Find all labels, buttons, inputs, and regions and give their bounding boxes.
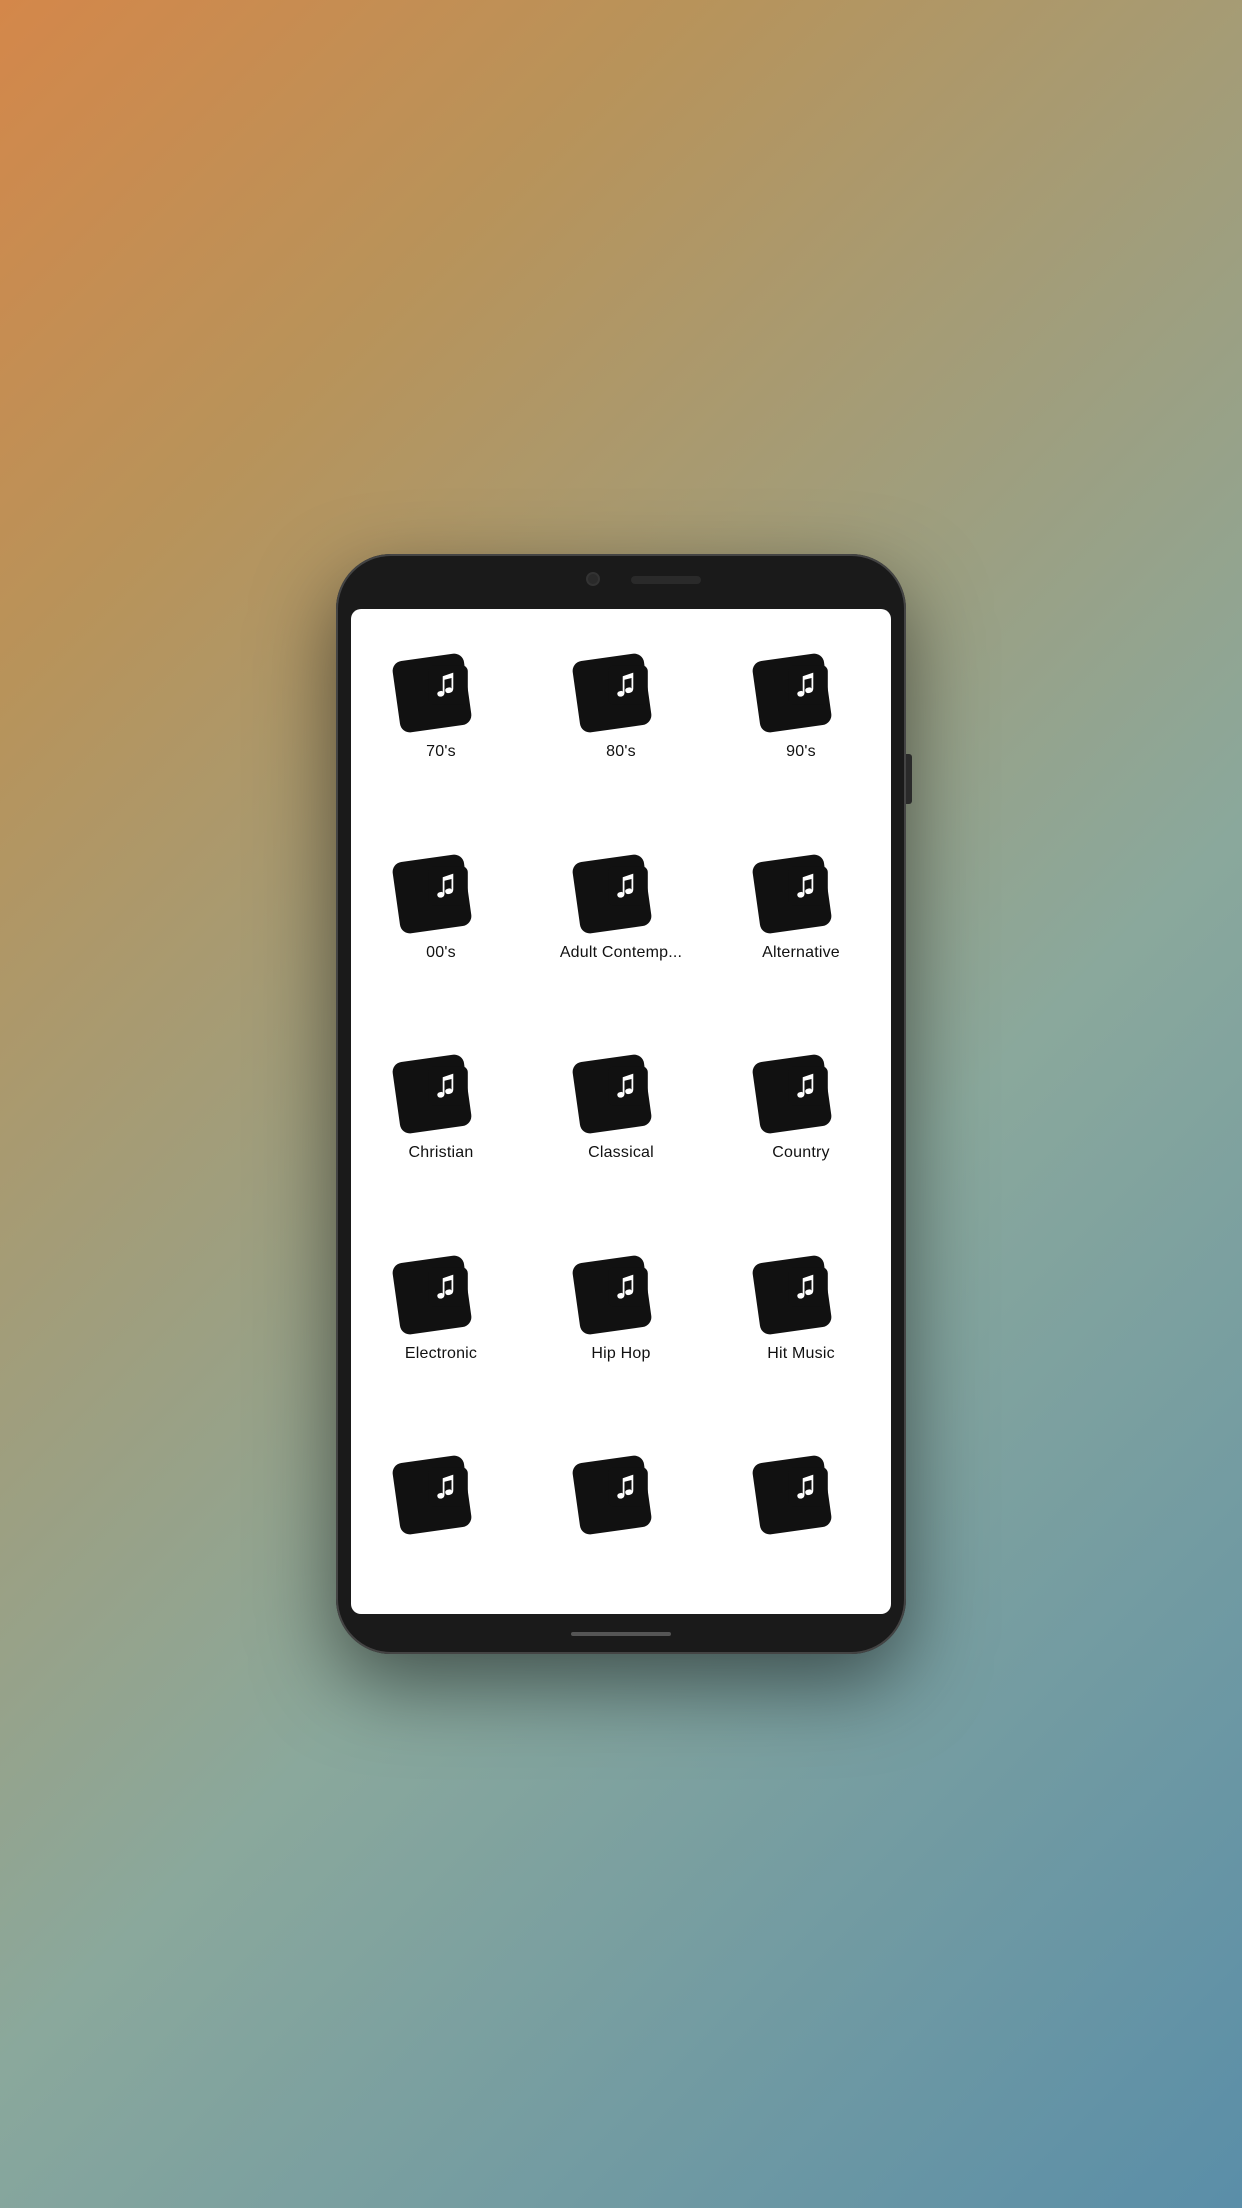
genre-item-christian[interactable]: Christian bbox=[351, 1020, 531, 1221]
genre-item-alternative[interactable]: Alternative bbox=[711, 820, 891, 1021]
music-note-icon bbox=[412, 1050, 484, 1122]
genre-label-electronic: Electronic bbox=[405, 1345, 477, 1363]
home-indicator bbox=[571, 1632, 671, 1636]
music-note-icon bbox=[412, 1451, 484, 1523]
music-note-icon bbox=[592, 649, 664, 721]
phone-top-bar bbox=[336, 554, 906, 609]
genre-label-90s: 90's bbox=[786, 743, 816, 761]
music-note-icon bbox=[772, 1251, 844, 1323]
music-note-icon bbox=[412, 850, 484, 922]
genre-icon-electronic bbox=[396, 1241, 486, 1331]
genre-item-00s[interactable]: 00's bbox=[351, 820, 531, 1021]
music-note-icon bbox=[772, 1451, 844, 1523]
music-note-icon bbox=[592, 1251, 664, 1323]
phone-speaker bbox=[631, 576, 701, 584]
music-note-icon bbox=[772, 1050, 844, 1122]
genre-label-70s: 70's bbox=[426, 743, 456, 761]
genre-icon-genre-14 bbox=[576, 1441, 666, 1531]
genre-label-adult-contemporary: Adult Contemp... bbox=[560, 944, 682, 962]
genre-label-alternative: Alternative bbox=[762, 944, 840, 962]
genre-item-80s[interactable]: 80's bbox=[531, 619, 711, 820]
genre-label-hip-hop: Hip Hop bbox=[591, 1345, 650, 1363]
genre-icon-80s bbox=[576, 639, 666, 729]
music-note-icon bbox=[772, 850, 844, 922]
genre-item-hip-hop[interactable]: Hip Hop bbox=[531, 1221, 711, 1422]
music-note-icon bbox=[772, 649, 844, 721]
genre-icon-genre-13 bbox=[396, 1441, 486, 1531]
genre-item-electronic[interactable]: Electronic bbox=[351, 1221, 531, 1422]
genre-icon-genre-15 bbox=[756, 1441, 846, 1531]
genre-icon-adult-contemporary bbox=[576, 840, 666, 930]
genre-icon-country bbox=[756, 1040, 846, 1130]
genre-label-christian: Christian bbox=[409, 1144, 474, 1162]
genre-icon-hip-hop bbox=[576, 1241, 666, 1331]
genre-label-80s: 80's bbox=[606, 743, 636, 761]
genre-label-00s: 00's bbox=[426, 944, 456, 962]
genre-item-adult-contemporary[interactable]: Adult Contemp... bbox=[531, 820, 711, 1021]
genre-icon-90s bbox=[756, 639, 846, 729]
genre-item-country[interactable]: Country bbox=[711, 1020, 891, 1221]
genre-item-genre-14[interactable] bbox=[531, 1421, 711, 1604]
genre-icon-70s bbox=[396, 639, 486, 729]
music-note-icon bbox=[592, 850, 664, 922]
genre-item-70s[interactable]: 70's bbox=[351, 619, 531, 820]
genre-icon-classical bbox=[576, 1040, 666, 1130]
music-note-icon bbox=[592, 1050, 664, 1122]
music-note-icon bbox=[412, 1251, 484, 1323]
genre-grid: 70's 80's bbox=[351, 609, 891, 1614]
genre-label-classical: Classical bbox=[588, 1144, 654, 1162]
genre-icon-alternative bbox=[756, 840, 846, 930]
genre-icon-00s bbox=[396, 840, 486, 930]
phone-device: 70's 80's bbox=[336, 554, 906, 1654]
phone-screen: 70's 80's bbox=[351, 609, 891, 1614]
phone-bottom-bar bbox=[336, 1614, 906, 1654]
genre-label-country: Country bbox=[772, 1144, 829, 1162]
genre-item-classical[interactable]: Classical bbox=[531, 1020, 711, 1221]
genre-label-hit-music: Hit Music bbox=[767, 1345, 835, 1363]
genre-item-genre-15[interactable] bbox=[711, 1421, 891, 1604]
music-note-icon bbox=[412, 649, 484, 721]
genre-icon-christian bbox=[396, 1040, 486, 1130]
genre-item-genre-13[interactable] bbox=[351, 1421, 531, 1604]
music-note-icon bbox=[592, 1451, 664, 1523]
genre-item-hit-music[interactable]: Hit Music bbox=[711, 1221, 891, 1422]
genre-item-90s[interactable]: 90's bbox=[711, 619, 891, 820]
phone-volume-button bbox=[906, 754, 912, 804]
phone-camera bbox=[586, 572, 600, 586]
genre-icon-hit-music bbox=[756, 1241, 846, 1331]
